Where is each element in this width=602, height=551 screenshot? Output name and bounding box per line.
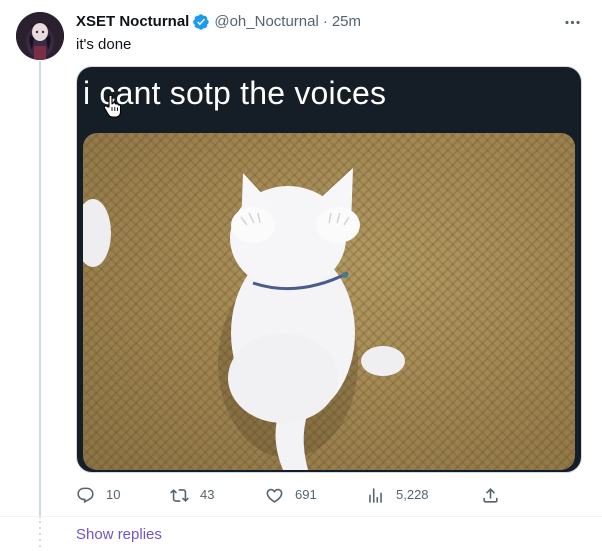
like-icon	[266, 488, 283, 503]
avatar-image	[16, 12, 64, 60]
thread-dots	[39, 521, 41, 547]
tweet-timestamp[interactable]: 25m	[332, 12, 361, 32]
meme-caption: i cant sotp the voices	[83, 75, 387, 111]
tweet-actions: 10 43 691 5,228	[76, 484, 506, 506]
retweet-icon	[170, 488, 189, 502]
reply-button[interactable]: 10	[76, 484, 120, 506]
views-icon	[369, 487, 382, 503]
like-count: 691	[295, 487, 317, 502]
reply-count: 10	[106, 487, 121, 502]
pointer-hand-cursor	[103, 94, 122, 118]
header-separator: ·	[322, 13, 328, 30]
retweet-button[interactable]: 43	[170, 484, 214, 506]
tweet-header: XSET Nocturnal @oh_Nocturnal · 25m	[76, 12, 582, 32]
thread-connector-line	[39, 61, 41, 518]
share-button[interactable]	[481, 484, 511, 506]
author-handle[interactable]: @oh_Nocturnal	[214, 12, 318, 32]
views-count: 5,228	[396, 487, 429, 502]
show-replies-row[interactable]: Show replies	[0, 517, 602, 551]
retweet-count: 43	[200, 487, 215, 502]
tweet-thread: XSET Nocturnal @oh_Nocturnal · 25m it's …	[0, 0, 602, 551]
kitten-illustration	[83, 168, 405, 470]
tweet-media[interactable]: i cant sotp the voices	[76, 66, 582, 473]
tweet-text: it's done	[76, 36, 132, 53]
more-icon[interactable]	[562, 12, 582, 32]
avatar[interactable]	[16, 12, 64, 60]
reply-icon	[77, 487, 94, 503]
verified-icon	[192, 13, 210, 31]
show-replies-link[interactable]: Show replies	[76, 526, 162, 544]
views-button[interactable]: 5,228	[366, 484, 429, 506]
author-name[interactable]: XSET Nocturnal	[76, 12, 189, 32]
like-button[interactable]: 691	[265, 484, 317, 506]
kitten-photo	[83, 133, 575, 470]
share-icon	[483, 487, 498, 503]
